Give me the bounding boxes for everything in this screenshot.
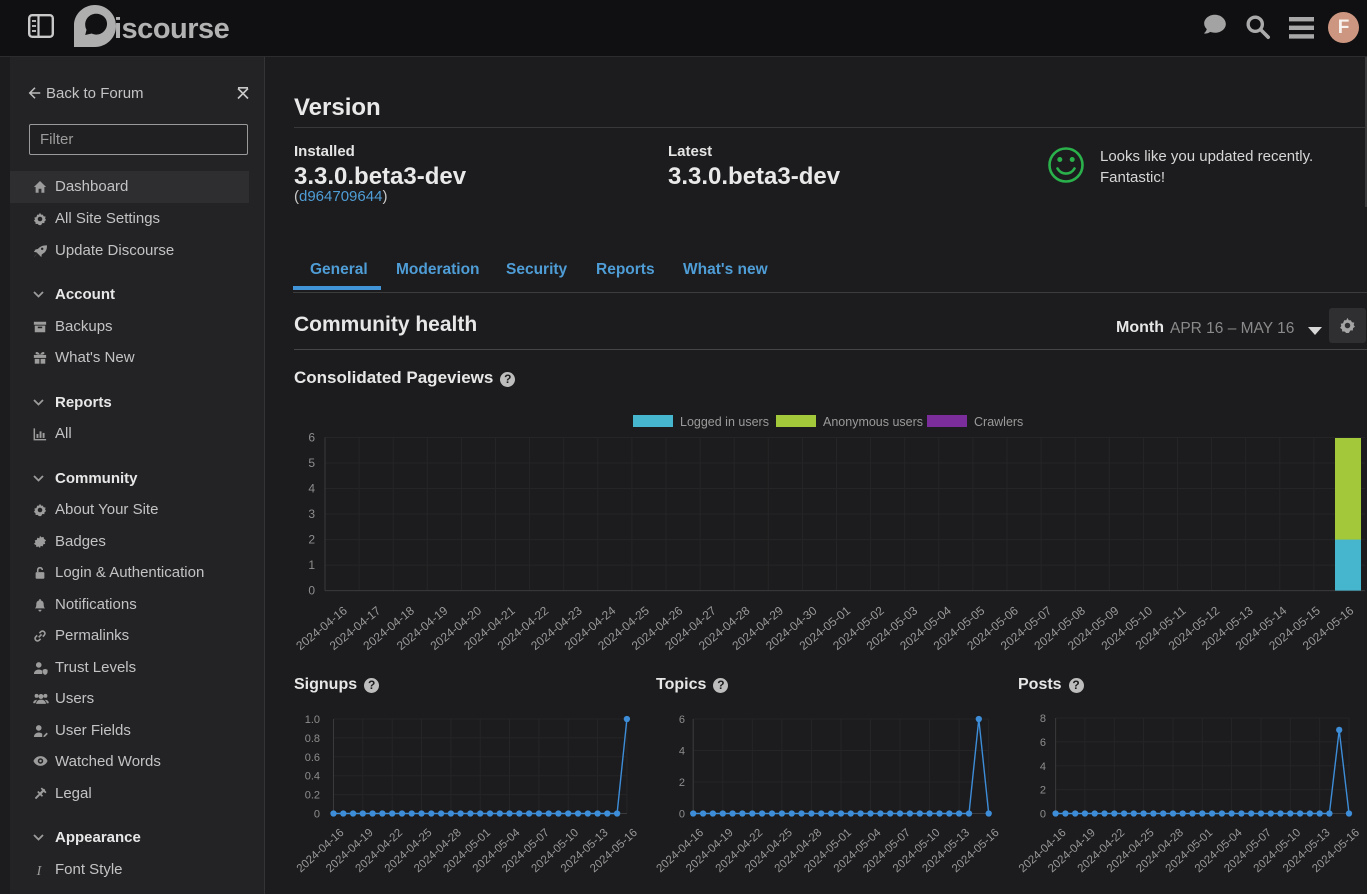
svg-text:0.2: 0.2 [305,790,320,802]
svg-text:0: 0 [308,584,315,598]
svg-text:4: 4 [1040,761,1046,773]
svg-text:1: 1 [308,558,315,572]
svg-text:3: 3 [308,507,315,521]
svg-text:6: 6 [1040,737,1046,749]
svg-text:I: I [36,864,43,877]
svg-text:2: 2 [1040,785,1046,797]
svg-text:8: 8 [1040,713,1046,725]
svg-text:Anonymous users: Anonymous users [823,415,923,429]
svg-text:0: 0 [1040,809,1046,821]
svg-text:Logged in users: Logged in users [680,415,769,429]
svg-text:0: 0 [314,809,320,821]
svg-text:0.6: 0.6 [305,752,320,764]
svg-text:4: 4 [308,482,315,496]
svg-text:6: 6 [679,714,685,726]
svg-text:0: 0 [679,809,685,821]
svg-text:1.0: 1.0 [305,714,320,726]
svg-text:0.8: 0.8 [305,733,320,745]
svg-text:6: 6 [308,431,315,445]
svg-text:2: 2 [308,533,315,547]
svg-text:Crawlers: Crawlers [974,415,1023,429]
svg-text:5: 5 [308,456,315,470]
svg-text:2: 2 [679,777,685,789]
svg-text:0.4: 0.4 [305,771,320,783]
svg-text:4: 4 [679,746,685,758]
